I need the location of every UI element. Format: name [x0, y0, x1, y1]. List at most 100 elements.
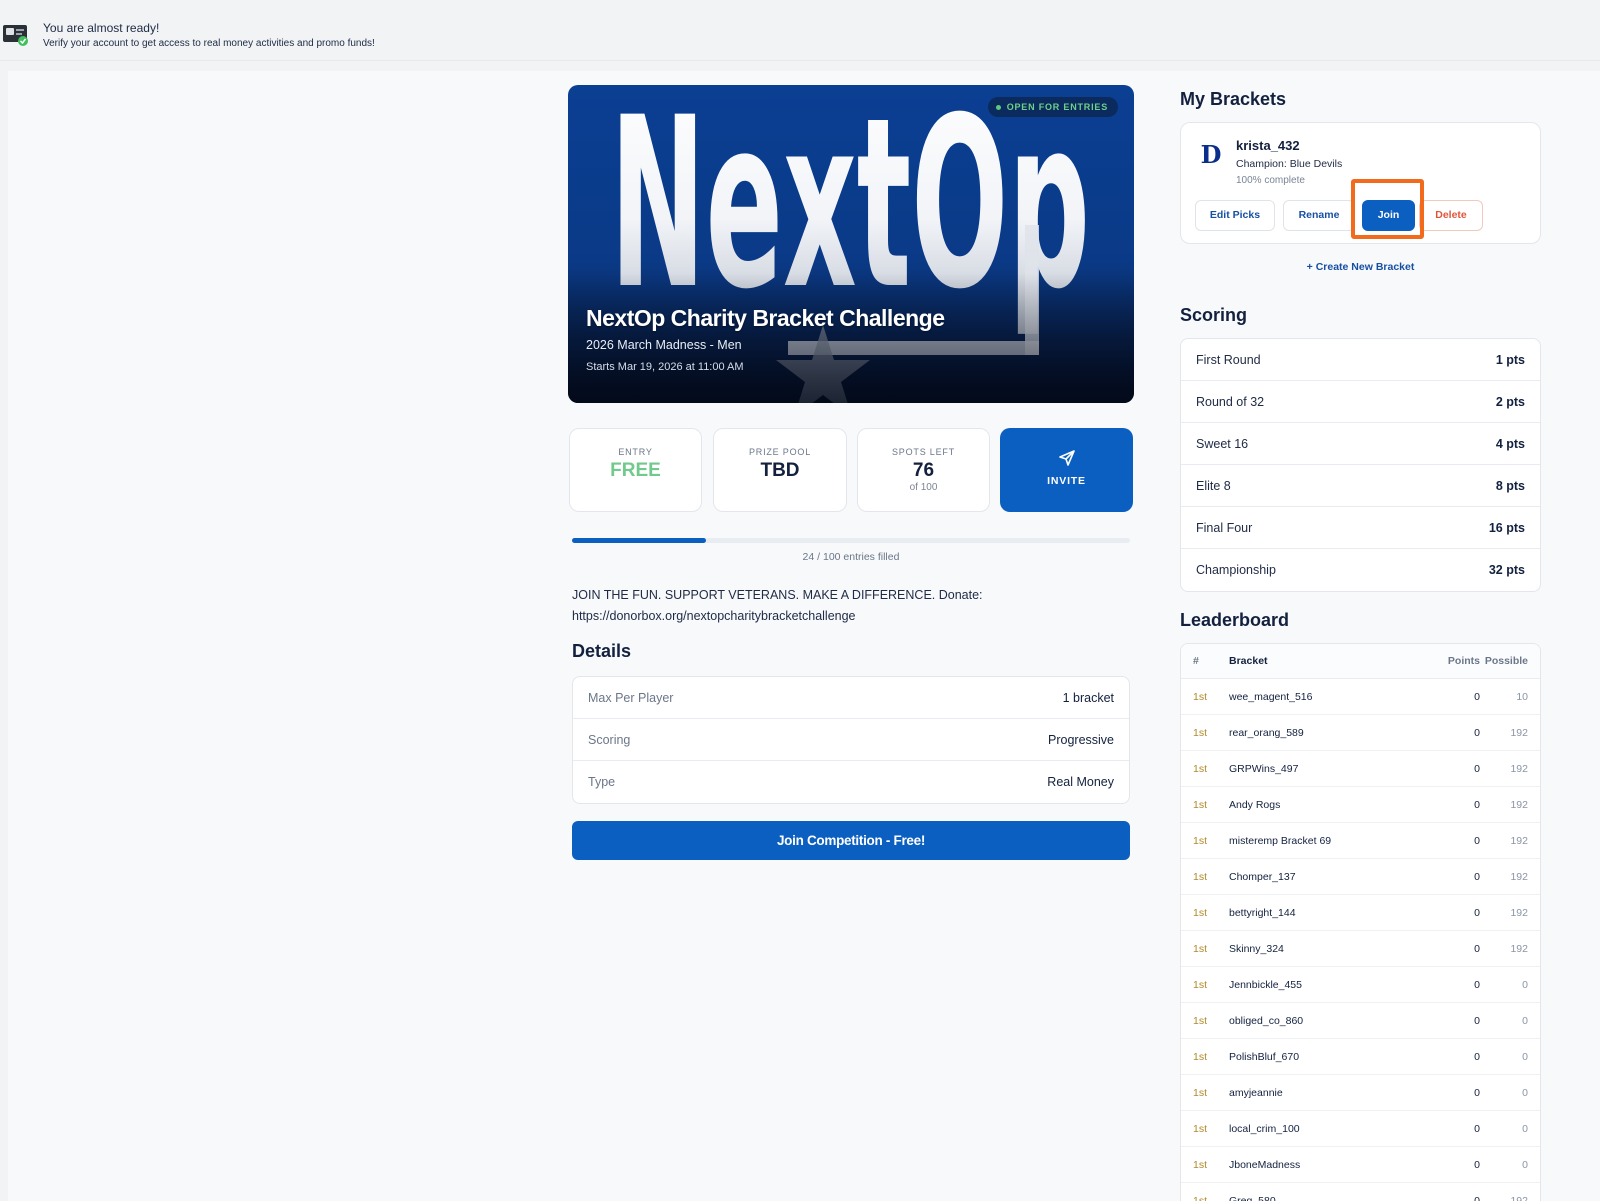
details-key: Type [588, 775, 616, 789]
leaderboard-possible: 0 [1522, 1122, 1528, 1135]
entry-stat-card: ENTRY FREE [569, 428, 702, 512]
leaderboard-bracket-name: Greg_580 [1229, 1194, 1276, 1201]
leaderboard-points: 0 [1474, 762, 1480, 775]
leaderboard-bracket-name: obliged_co_860 [1229, 1014, 1304, 1027]
verification-banner[interactable]: You are almost ready! Verify your accoun… [0, 0, 1600, 61]
leaderboard-bracket-name: Skinny_324 [1229, 942, 1284, 955]
leaderboard-rows: 1st wee_magent_516 0 10 1st rear_orang_589 0 19… [1181, 679, 1540, 1201]
leaderboard-bracket-name: bettyright_144 [1229, 906, 1296, 919]
leaderboard-possible: 192 [1510, 798, 1528, 811]
status-badge-label: OPEN FOR ENTRIES [1006, 102, 1108, 112]
leaderboard-bracket-name: Andy Rogs [1229, 798, 1281, 811]
leaderboard-row[interactable]: 1st wee_magent_516 0 10 [1181, 679, 1540, 715]
details-table: Max Per Player 1 bracket Scoring Progressiv… [572, 676, 1130, 804]
leaderboard-row[interactable]: 1st misteremp Bracket 69 0 192 [1181, 823, 1540, 859]
rename-button[interactable]: Rename [1283, 200, 1355, 231]
banner-subtitle: Verify your account to get access to rea… [43, 38, 375, 49]
leaderboard-points: 0 [1474, 834, 1480, 847]
scoring-row: Elite 8 8 pts [1181, 465, 1540, 507]
scoring-points: 8 pts [1495, 478, 1525, 493]
details-row: Scoring Progressive [573, 719, 1129, 761]
leaderboard-possible: 0 [1522, 1086, 1528, 1099]
leaderboard-points: 0 [1474, 942, 1480, 955]
leaderboard-row[interactable]: 1st Andy Rogs 0 192 [1181, 787, 1540, 823]
leaderboard-row[interactable]: 1st JboneMadness 0 0 [1181, 1147, 1540, 1183]
leaderboard-row[interactable]: 1st Skinny_324 0 192 [1181, 931, 1540, 967]
scoring-row: Round of 32 2 pts [1181, 381, 1540, 423]
spots-left-label: SPOTS LEFT [891, 447, 955, 457]
delete-button[interactable]: Delete [1419, 200, 1483, 231]
leaderboard-bracket-name: Chomper_137 [1229, 870, 1296, 883]
details-row: Type Real Money [573, 761, 1129, 803]
leaderboard-row[interactable]: 1st PolishBluf_670 0 0 [1181, 1039, 1540, 1075]
leaderboard-rank: 1st [1193, 1050, 1208, 1063]
leaderboard-points: 0 [1474, 1194, 1480, 1201]
leaderboard-points: 0 [1474, 870, 1480, 883]
scoring-points: 16 pts [1488, 520, 1525, 535]
leaderboard-possible: 0 [1522, 978, 1528, 991]
leaderboard-row[interactable]: 1st GRPWins_497 0 192 [1181, 751, 1540, 787]
spots-left-stat-card: SPOTS LEFT 76 of 100 [857, 428, 990, 512]
leaderboard-points: 0 [1474, 798, 1480, 811]
leaderboard-row[interactable]: 1st rear_orang_589 0 192 [1181, 715, 1540, 751]
leaderboard-points: 0 [1474, 1050, 1480, 1063]
leaderboard-bracket-name: misteremp Bracket 69 [1229, 834, 1332, 847]
invite-button[interactable]: INVITE [1000, 428, 1133, 512]
duke-logo-icon: D [1201, 143, 1222, 165]
leaderboard-possible: 192 [1510, 762, 1528, 775]
scoring-round: Sweet 16 [1196, 436, 1249, 451]
scoring-row: First Round 1 pts [1181, 339, 1540, 381]
scoring-row: Sweet 16 4 pts [1181, 423, 1540, 465]
bracket-completion: 100% complete [1236, 175, 1305, 186]
leaderboard-possible: 192 [1510, 726, 1528, 739]
scoring-round: Round of 32 [1196, 394, 1265, 409]
leaderboard-points: 0 [1474, 1086, 1480, 1099]
competition-subtitle: 2026 March Madness - Men [586, 338, 742, 352]
leaderboard-heading: Leaderboard [1180, 610, 1290, 630]
scoring-points: 1 pts [1495, 352, 1525, 367]
leaderboard-rank: 1st [1193, 798, 1208, 811]
leaderboard-rank: 1st [1193, 762, 1208, 775]
leaderboard-row[interactable]: 1st local_crim_100 0 0 [1181, 1111, 1540, 1147]
leaderboard-points: 0 [1474, 726, 1480, 739]
details-value: 1 bracket [1062, 690, 1114, 705]
leaderboard-bracket-name: wee_magent_516 [1229, 690, 1313, 703]
possible-column-header: Possible [1484, 655, 1528, 667]
competition-description: JOIN THE FUN. SUPPORT VETERANS. MAKE A D… [572, 588, 983, 623]
competition-hero: NextOp OPEN FOR ENTRIES NextOp Charity B… [568, 85, 1134, 403]
scoring-points: 2 pts [1495, 394, 1525, 409]
scoring-points: 4 pts [1495, 436, 1525, 451]
scoring-row: Championship 32 pts [1181, 549, 1540, 591]
leaderboard-bracket-name: amyjeannie [1229, 1086, 1283, 1099]
prize-pool-value: TBD [760, 460, 800, 481]
leaderboard-row[interactable]: 1st Greg_580 0 192 [1181, 1183, 1540, 1201]
leaderboard-points: 0 [1474, 906, 1480, 919]
bracket-column-header: Bracket [1229, 655, 1268, 667]
leaderboard-rank: 1st [1193, 726, 1208, 739]
leaderboard-row[interactable]: 1st Chomper_137 0 192 [1181, 859, 1540, 895]
leaderboard-points: 0 [1474, 978, 1480, 991]
bracket-name: krista_432 [1236, 138, 1300, 153]
leaderboard-row[interactable]: 1st amyjeannie 0 0 [1181, 1075, 1540, 1111]
leaderboard-row[interactable]: 1st bettyright_144 0 192 [1181, 895, 1540, 931]
scoring-round: Final Four [1196, 520, 1253, 535]
rank-column-header: # [1193, 655, 1199, 667]
prize-pool-label: PRIZE POOL [748, 447, 811, 457]
details-value: Real Money [1047, 775, 1114, 789]
entries-progress-text: 24 / 100 entries filled [802, 551, 900, 563]
leaderboard-row[interactable]: 1st obliged_co_860 0 0 [1181, 1003, 1540, 1039]
details-value: Progressive [1048, 732, 1114, 747]
scoring-table: First Round 1 pts Round of 32 2 pts Sweet 16… [1180, 338, 1541, 592]
create-new-bracket-link[interactable]: + Create New Bracket [1180, 261, 1541, 273]
verify-account-icon [3, 25, 28, 46]
leaderboard-row[interactable]: 1st Jennbickle_455 0 0 [1181, 967, 1540, 1003]
leaderboard-rank: 1st [1193, 834, 1208, 847]
bracket-card: D krista_432 Champion: Blue Devils 100% … [1180, 122, 1541, 244]
leaderboard-possible: 0 [1522, 1014, 1528, 1027]
leaderboard-rank: 1st [1193, 942, 1208, 955]
join-competition-button[interactable]: Join Competition - Free! [572, 821, 1130, 860]
leaderboard-possible: 192 [1510, 906, 1528, 919]
svg-text:D: D [1201, 143, 1222, 165]
edit-picks-button[interactable]: Edit Picks [1195, 200, 1275, 231]
join-button[interactable]: Join [1362, 200, 1415, 231]
